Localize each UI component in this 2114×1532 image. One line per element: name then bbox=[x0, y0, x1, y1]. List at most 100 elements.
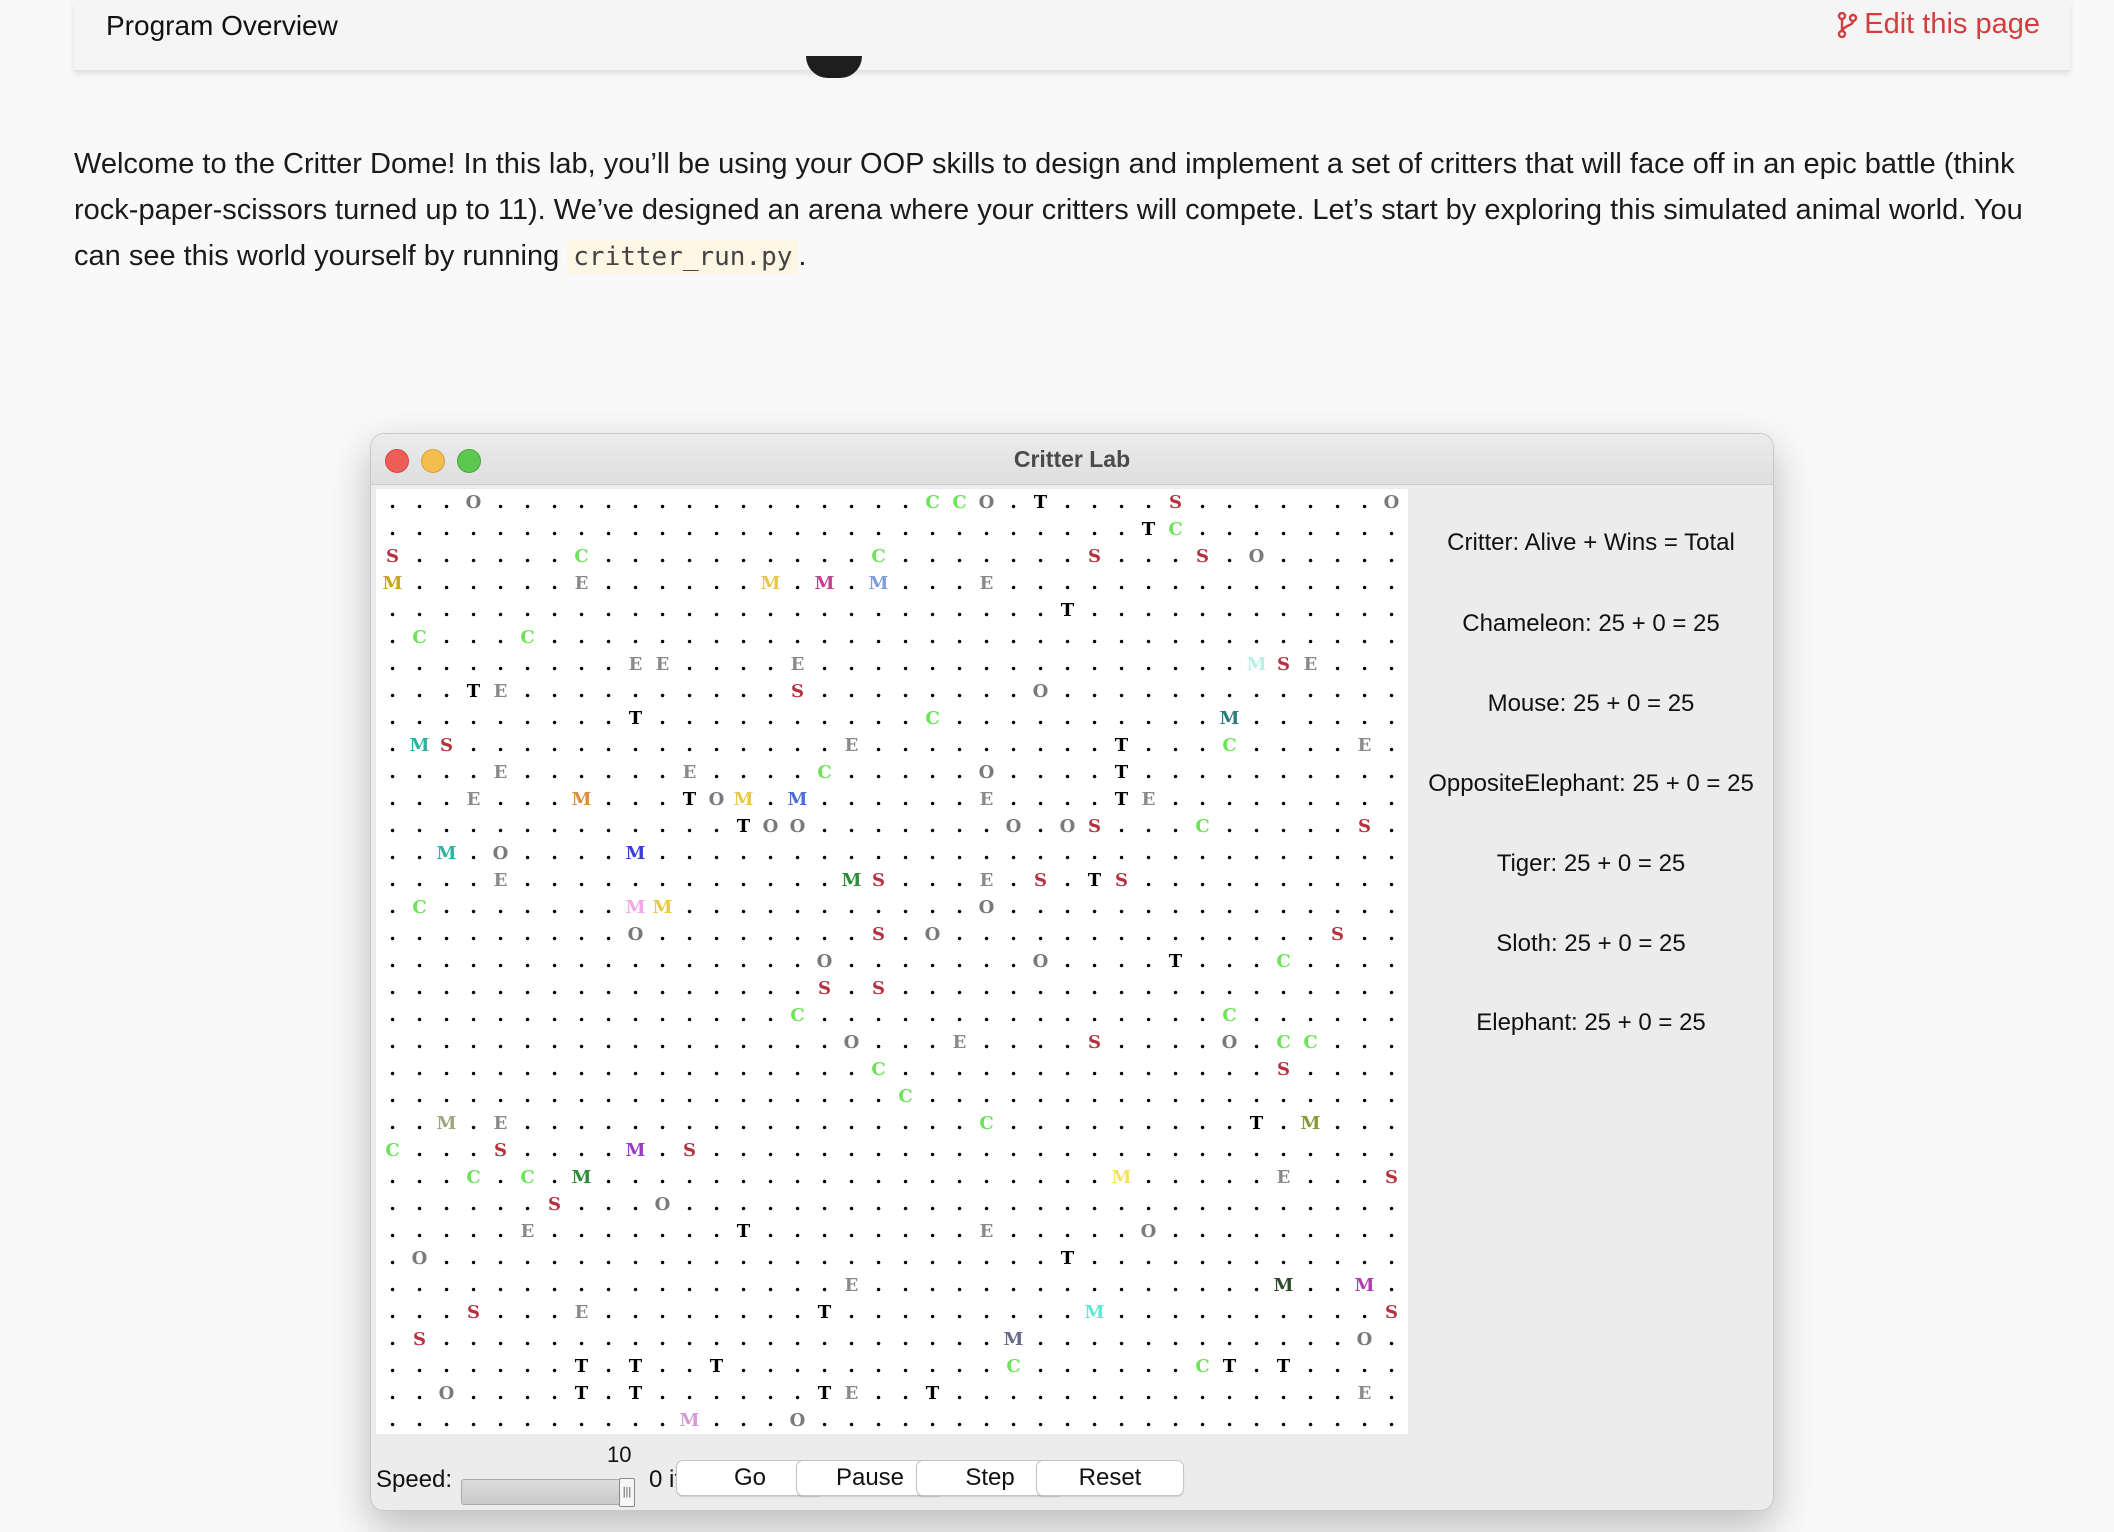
speed-slider[interactable] bbox=[461, 1479, 635, 1505]
empty-cell: . bbox=[1118, 950, 1125, 972]
arena-row: ................ O....... O.... T... C.... bbox=[376, 948, 1408, 975]
empty-cell: . bbox=[1145, 1085, 1152, 1107]
empty-cell: . bbox=[389, 1058, 396, 1080]
empty-cell: . bbox=[659, 1085, 666, 1107]
empty-cell: . bbox=[1037, 977, 1044, 999]
empty-cell: . bbox=[1253, 761, 1260, 783]
empty-cell: . bbox=[1307, 1004, 1314, 1026]
empty-cell: . bbox=[1334, 1355, 1341, 1377]
empty-cell: . bbox=[1361, 1409, 1368, 1431]
empty-cell: . bbox=[929, 1112, 936, 1134]
empty-cell: . bbox=[389, 869, 396, 891]
empty-cell: . bbox=[659, 788, 666, 810]
window-titlebar[interactable]: Critter Lab bbox=[371, 434, 1773, 485]
stat-opposite-elephant: OppositeElephant: 25 + 0 = 25 bbox=[1428, 770, 1754, 797]
empty-cell: . bbox=[605, 1328, 612, 1350]
empty-cell: . bbox=[1280, 572, 1287, 594]
empty-cell: . bbox=[497, 950, 504, 972]
critter-o: O bbox=[978, 897, 995, 918]
empty-cell: . bbox=[578, 1004, 585, 1026]
empty-cell: . bbox=[875, 599, 882, 621]
critter-e: E bbox=[1276, 1167, 1291, 1188]
empty-cell: . bbox=[524, 1301, 531, 1323]
empty-cell: . bbox=[443, 1355, 450, 1377]
critter-o: O bbox=[1356, 1329, 1373, 1350]
empty-cell: . bbox=[1037, 545, 1044, 567]
empty-cell: . bbox=[767, 545, 774, 567]
empty-cell: . bbox=[659, 1301, 666, 1323]
empty-cell: . bbox=[1226, 1058, 1233, 1080]
empty-cell: . bbox=[659, 599, 666, 621]
empty-cell: . bbox=[578, 977, 585, 999]
empty-cell: . bbox=[1361, 977, 1368, 999]
empty-cell: . bbox=[1199, 491, 1206, 513]
empty-cell: . bbox=[902, 680, 909, 702]
empty-cell: . bbox=[686, 491, 693, 513]
empty-cell: . bbox=[1361, 680, 1368, 702]
arena-row: ... TE.......... S........ O............. bbox=[376, 678, 1408, 705]
critter-s: S bbox=[683, 1140, 696, 1161]
empty-cell: . bbox=[1064, 761, 1071, 783]
empty-cell: . bbox=[551, 815, 558, 837]
empty-cell: . bbox=[1253, 1274, 1260, 1296]
critter-c: C bbox=[385, 1140, 400, 1161]
empty-cell: . bbox=[956, 1301, 963, 1323]
empty-cell: . bbox=[497, 1328, 504, 1350]
empty-cell: . bbox=[821, 842, 828, 864]
empty-cell: . bbox=[713, 1328, 720, 1350]
empty-cell: . bbox=[1253, 815, 1260, 837]
empty-cell: . bbox=[1172, 1139, 1179, 1161]
empty-cell: . bbox=[1388, 896, 1395, 918]
empty-cell: . bbox=[524, 1355, 531, 1377]
empty-cell: . bbox=[1388, 761, 1395, 783]
reset-button[interactable]: Reset bbox=[1036, 1460, 1184, 1496]
empty-cell: . bbox=[443, 1085, 450, 1107]
empty-cell: . bbox=[497, 1220, 504, 1242]
empty-cell: . bbox=[497, 599, 504, 621]
critter-o: O bbox=[708, 789, 725, 810]
empty-cell: . bbox=[659, 1274, 666, 1296]
empty-cell: . bbox=[956, 869, 963, 891]
empty-cell: . bbox=[902, 1058, 909, 1080]
empty-cell: . bbox=[848, 518, 855, 540]
empty-cell: . bbox=[524, 788, 531, 810]
empty-cell: . bbox=[1064, 1274, 1071, 1296]
empty-cell: . bbox=[848, 896, 855, 918]
empty-cell: . bbox=[659, 977, 666, 999]
empty-cell: . bbox=[605, 1085, 612, 1107]
empty-cell: . bbox=[470, 1004, 477, 1026]
critter-c: C bbox=[871, 546, 886, 567]
critter-t: T bbox=[736, 816, 751, 837]
empty-cell: . bbox=[686, 1355, 693, 1377]
empty-cell: . bbox=[1118, 545, 1125, 567]
empty-cell: . bbox=[902, 923, 909, 945]
empty-cell: . bbox=[497, 491, 504, 513]
empty-cell: . bbox=[1064, 1031, 1071, 1053]
empty-cell: . bbox=[740, 653, 747, 675]
empty-cell: . bbox=[1064, 1355, 1071, 1377]
empty-cell: . bbox=[605, 842, 612, 864]
empty-cell: . bbox=[578, 761, 585, 783]
empty-cell: . bbox=[686, 707, 693, 729]
empty-cell: . bbox=[1199, 1193, 1206, 1215]
empty-cell: . bbox=[1226, 950, 1233, 972]
empty-cell: . bbox=[956, 626, 963, 648]
empty-cell: . bbox=[1064, 545, 1071, 567]
empty-cell: . bbox=[497, 1085, 504, 1107]
speed-slider-thumb[interactable]: ||| bbox=[619, 1478, 635, 1507]
empty-cell: . bbox=[794, 1220, 801, 1242]
empty-cell: . bbox=[1253, 1166, 1260, 1188]
critter-m: M bbox=[814, 573, 835, 594]
empty-cell: . bbox=[713, 1220, 720, 1242]
empty-cell: . bbox=[1145, 1301, 1152, 1323]
critter-c: C bbox=[1303, 1032, 1318, 1053]
empty-cell: . bbox=[1199, 1382, 1206, 1404]
edit-page-link[interactable]: Edit this page bbox=[1836, 8, 2040, 41]
empty-cell: . bbox=[1199, 896, 1206, 918]
arena-row: ................ S. S................... bbox=[376, 975, 1408, 1002]
empty-cell: . bbox=[821, 896, 828, 918]
empty-cell: . bbox=[470, 1382, 477, 1404]
empty-cell: . bbox=[1226, 1247, 1233, 1269]
empty-cell: . bbox=[740, 599, 747, 621]
empty-cell: . bbox=[1307, 788, 1314, 810]
